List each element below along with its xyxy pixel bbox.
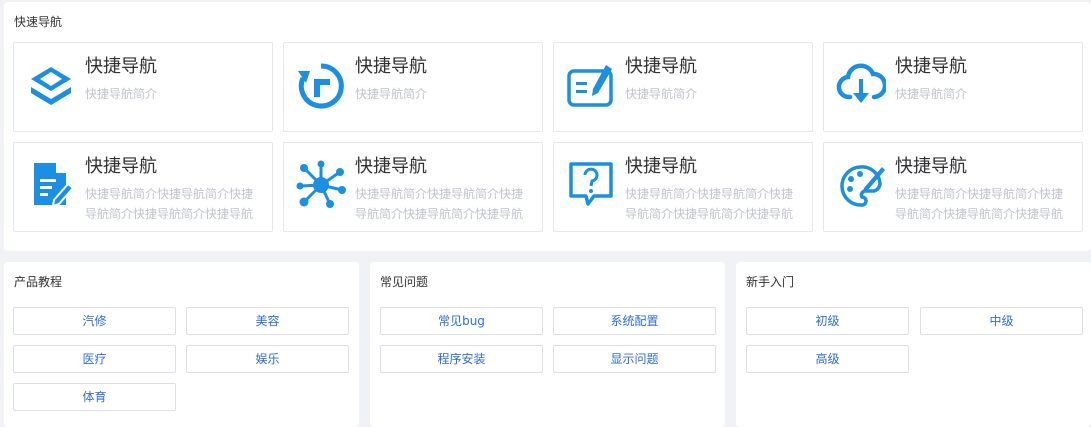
card-title: 快捷导航 [85, 156, 157, 177]
network-icon [296, 160, 346, 210]
layers-icon [26, 63, 76, 113]
quick-nav-card-4[interactable]: 快捷导航 快捷导航简介 [823, 42, 1083, 132]
edit-board-icon [566, 63, 616, 113]
panel-title: 产品教程 [14, 275, 63, 289]
quick-nav-card-5[interactable]: 快捷导航 快捷导航简介快捷导航简介快捷导航简介快捷导航简介快捷导航简介 [13, 142, 273, 232]
quick-nav-card-7[interactable]: 快捷导航 快捷导航简介快捷导航简介快捷导航简介快捷导航简介快捷导航简介快捷 [553, 142, 813, 232]
link-button[interactable]: 美容 [186, 307, 349, 335]
link-button[interactable]: 初级 [746, 307, 909, 335]
link-button[interactable]: 中级 [920, 307, 1083, 335]
faq-panel: 常见问题 常见bug 系统配置 程序安装 显示问题 [370, 262, 725, 427]
link-button[interactable]: 高级 [746, 345, 909, 373]
card-title: 快捷导航 [625, 156, 697, 177]
link-button[interactable]: 体育 [13, 383, 176, 411]
card-desc: 快捷导航简介 [895, 87, 968, 101]
link-button[interactable]: 系统配置 [553, 307, 716, 335]
card-desc: 快捷导航简介 [85, 87, 158, 101]
product-tutorial-panel: 产品教程 汽修 美容 医疗 娱乐 体育 [4, 262, 359, 427]
panel-title: 常见问题 [380, 275, 429, 289]
beginner-panel: 新手入门 初级 中级 高级 [736, 262, 1091, 427]
card-desc: 快捷导航简介快捷导航简介快捷导航简介快捷导航简介快捷导航简介快捷 [355, 187, 524, 221]
link-button[interactable]: 程序安装 [380, 345, 543, 373]
quick-nav-card-8[interactable]: 快捷导航 快捷导航简介快捷导航简介快捷导航简介快捷导航简介快捷导航简介 [823, 142, 1083, 232]
link-button[interactable]: 娱乐 [186, 345, 349, 373]
help-message-icon [566, 159, 616, 209]
refresh-icon [296, 61, 346, 111]
link-button[interactable]: 显示问题 [553, 345, 716, 373]
link-button[interactable]: 汽修 [13, 307, 176, 335]
quick-nav-card-2[interactable]: 快捷导航 快捷导航简介 [283, 42, 543, 132]
card-desc: 快捷导航简介 [355, 87, 428, 101]
card-title: 快捷导航 [895, 156, 967, 177]
card-title: 快捷导航 [895, 56, 967, 77]
card-desc: 快捷导航简介快捷导航简介快捷导航简介快捷导航简介快捷导航简介 [895, 187, 1064, 221]
document-edit-icon [26, 160, 76, 210]
card-title: 快捷导航 [355, 56, 427, 77]
quick-nav-card-6[interactable]: 快捷导航 快捷导航简介快捷导航简介快捷导航简介快捷导航简介快捷导航简介快捷 [283, 142, 543, 232]
card-desc: 快捷导航简介快捷导航简介快捷导航简介快捷导航简介快捷导航简介快捷 [625, 187, 794, 221]
card-title: 快捷导航 [355, 156, 427, 177]
card-desc: 快捷导航简介快捷导航简介快捷导航简介快捷导航简介快捷导航简介 [85, 187, 254, 221]
card-title: 快捷导航 [85, 56, 157, 77]
palette-icon [836, 161, 886, 211]
quick-nav-panel: 快速导航 快捷导航 快捷导航简介 快捷导航 快捷导航简介 快捷导航 快捷导航简介… [4, 2, 1091, 251]
card-title: 快捷导航 [625, 56, 697, 77]
card-desc: 快捷导航简介 [625, 87, 698, 101]
quick-nav-title: 快速导航 [14, 15, 63, 29]
link-button[interactable]: 医疗 [13, 345, 176, 373]
panel-title: 新手入门 [746, 275, 795, 289]
cloud-download-icon [836, 59, 886, 109]
quick-nav-card-3[interactable]: 快捷导航 快捷导航简介 [553, 42, 813, 132]
link-button[interactable]: 常见bug [380, 307, 543, 335]
quick-nav-card-1[interactable]: 快捷导航 快捷导航简介 [13, 42, 273, 132]
